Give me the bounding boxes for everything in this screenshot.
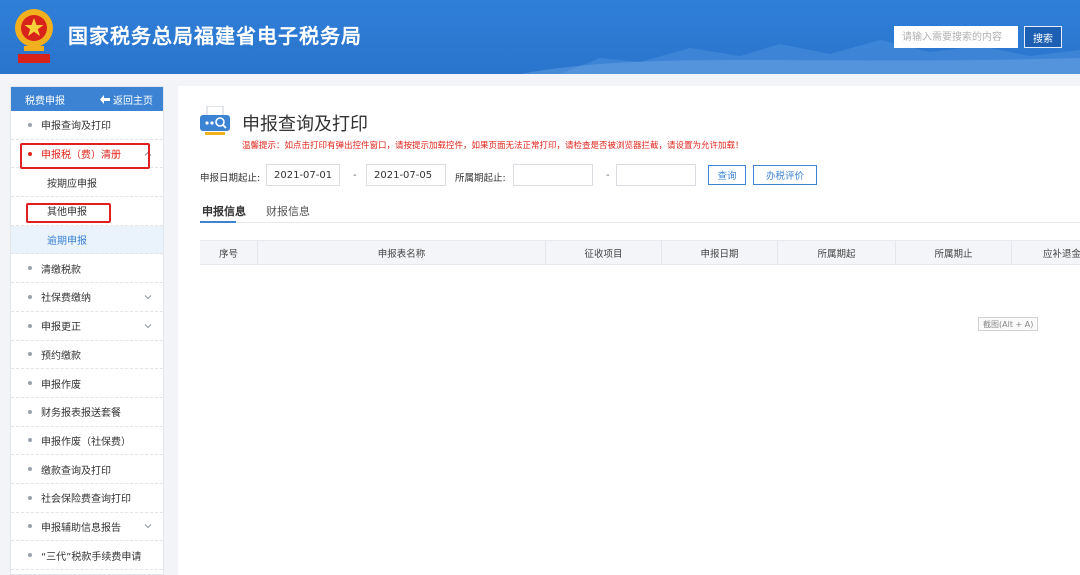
period-range-dash: - <box>606 170 610 181</box>
highlight-box-tax-list <box>20 143 150 169</box>
sidebar-item-label: 预约缴款 <box>41 350 81 362</box>
main-content: 申报查询及打印 温馨提示：如点击打印有弹出控件窗口，请按提示加载控件，如果页面无… <box>178 86 1080 575</box>
sidebar-subitem-label: 逾期申报 <box>47 236 87 248</box>
query-button[interactable]: 查询 <box>708 165 746 185</box>
column-header: 所属期起 <box>778 241 896 264</box>
period-to-field[interactable] <box>616 164 696 186</box>
sidebar-subitem-label: 按期应申报 <box>47 178 97 190</box>
bullet-icon <box>28 409 32 414</box>
screenshot-tooltip: 截图(Alt + A) <box>978 317 1039 331</box>
sidebar-item-label: 社会保险费查询打印 <box>41 494 131 506</box>
search-button[interactable]: 搜索 <box>1024 26 1062 48</box>
date-to-field[interactable]: 2021-07-05 <box>366 164 446 186</box>
back-arrow-icon <box>100 94 110 104</box>
period-label: 所属期起止: <box>455 173 506 184</box>
bullet-icon <box>28 122 32 127</box>
sidebar-title: 税费申报 <box>25 95 65 107</box>
date-from-field[interactable]: 2021-07-01 <box>266 164 340 186</box>
sidebar-item-declaration-query[interactable]: 申报查询及打印 <box>11 111 163 140</box>
sidebar-header: 税费申报 返回主页 <box>11 87 163 111</box>
highlight-box-other-declaration <box>26 203 111 223</box>
sidebar-item[interactable]: 财务报表报送套餐 <box>11 398 163 427</box>
sidebar-item-label: 申报作废（社保费） <box>41 436 131 448</box>
tax-evaluation-button[interactable]: 办税评价 <box>753 165 817 185</box>
site-header: 国家税务总局福建省电子税务局 搜索 <box>0 0 1080 74</box>
column-header: 序号 <box>200 241 258 264</box>
tax-emblem-icon <box>15 9 53 63</box>
bullet-icon <box>28 323 32 328</box>
sidebar-item-label: 申报作废 <box>41 379 81 391</box>
bullet-icon <box>28 495 32 500</box>
bullet-icon <box>28 352 32 357</box>
search-input[interactable] <box>894 26 1018 48</box>
active-tab-indicator <box>200 221 236 223</box>
sidebar-item-label: 社保费缴纳 <box>41 293 91 305</box>
sidebar-item[interactable]: 缴款查询及打印 <box>11 455 163 484</box>
sidebar-item[interactable]: 申报辅助信息报告 <box>11 513 163 542</box>
sidebar-subitem-periodic[interactable]: 按期应申报 <box>11 168 163 198</box>
sidebar-item[interactable]: 社会保险费查询打印 <box>11 484 163 513</box>
declaration-print-icon <box>200 106 230 135</box>
sidebar-item-label: 清缴税款 <box>41 264 81 276</box>
sidebar-item-label: 申报辅助信息报告 <box>41 522 121 534</box>
tab-declaration-info[interactable]: 申报信息 <box>202 203 246 219</box>
chevron-down-icon <box>144 295 152 300</box>
chevron-down-icon <box>144 524 152 529</box>
sidebar-item-label: 申报更正 <box>41 322 81 334</box>
bullet-icon <box>28 467 32 472</box>
sidebar-item[interactable]: 申报作废（社保费） <box>11 427 163 456</box>
column-header: 应补退金 <box>1042 248 1080 260</box>
declaration-date-label: 申报日期起止: <box>200 173 261 184</box>
bullet-icon <box>28 524 32 529</box>
sidebar-subitem-overdue[interactable]: 逾期申报 <box>11 225 163 255</box>
table-header: 序号 申报表名称 征收项目 申报日期 所属期起 所属期止 应补退金 <box>200 240 1080 265</box>
back-home-label: 返回主页 <box>113 95 153 107</box>
bullet-icon <box>28 266 32 271</box>
bullet-icon <box>28 294 32 299</box>
tab-financial-info[interactable]: 财报信息 <box>266 203 310 219</box>
sidebar-item[interactable]: 申报更正 <box>11 312 163 341</box>
print-warning-text: 温馨提示：如点击打印有弹出控件窗口，请按提示加载控件，如果页面无法正常打印，请检… <box>242 141 744 151</box>
sidebar-item-label: 财务报表报送套餐 <box>41 408 121 420</box>
column-header: 征收项目 <box>546 241 662 264</box>
column-header: 所属期止 <box>896 241 1012 264</box>
bullet-icon <box>28 553 32 558</box>
page-title: 申报查询及打印 <box>242 114 368 135</box>
sidebar-item[interactable]: 预约缴款 <box>11 341 163 370</box>
site-title: 国家税务总局福建省电子税务局 <box>68 24 362 48</box>
sidebar-item-label: 申报查询及打印 <box>41 121 111 133</box>
tab-divider <box>200 222 1080 223</box>
sidebar-item-label: “三代”税款手续费申请 <box>41 551 142 563</box>
sidebar-item[interactable]: 申报作废 <box>11 369 163 398</box>
bullet-icon <box>28 438 32 443</box>
sidebar-item[interactable]: 清缴税款 <box>11 254 163 284</box>
sidebar-item[interactable]: 社保费缴纳 <box>11 283 163 312</box>
bullet-icon <box>28 381 32 386</box>
date-range-dash: - <box>353 170 357 181</box>
back-home-link[interactable]: 返回主页 <box>100 92 153 107</box>
chevron-down-icon <box>144 323 152 328</box>
sidebar-item-label: 缴款查询及打印 <box>41 465 111 477</box>
sidebar: 税费申报 返回主页 申报查询及打印 申报税（费）清册 按期应申报 其他申报 逾期… <box>10 86 164 575</box>
column-header: 申报日期 <box>662 241 778 264</box>
sidebar-item[interactable]: “三代”税款手续费申请 <box>11 541 163 570</box>
period-from-field[interactable] <box>513 164 593 186</box>
column-header: 申报表名称 <box>258 241 546 264</box>
